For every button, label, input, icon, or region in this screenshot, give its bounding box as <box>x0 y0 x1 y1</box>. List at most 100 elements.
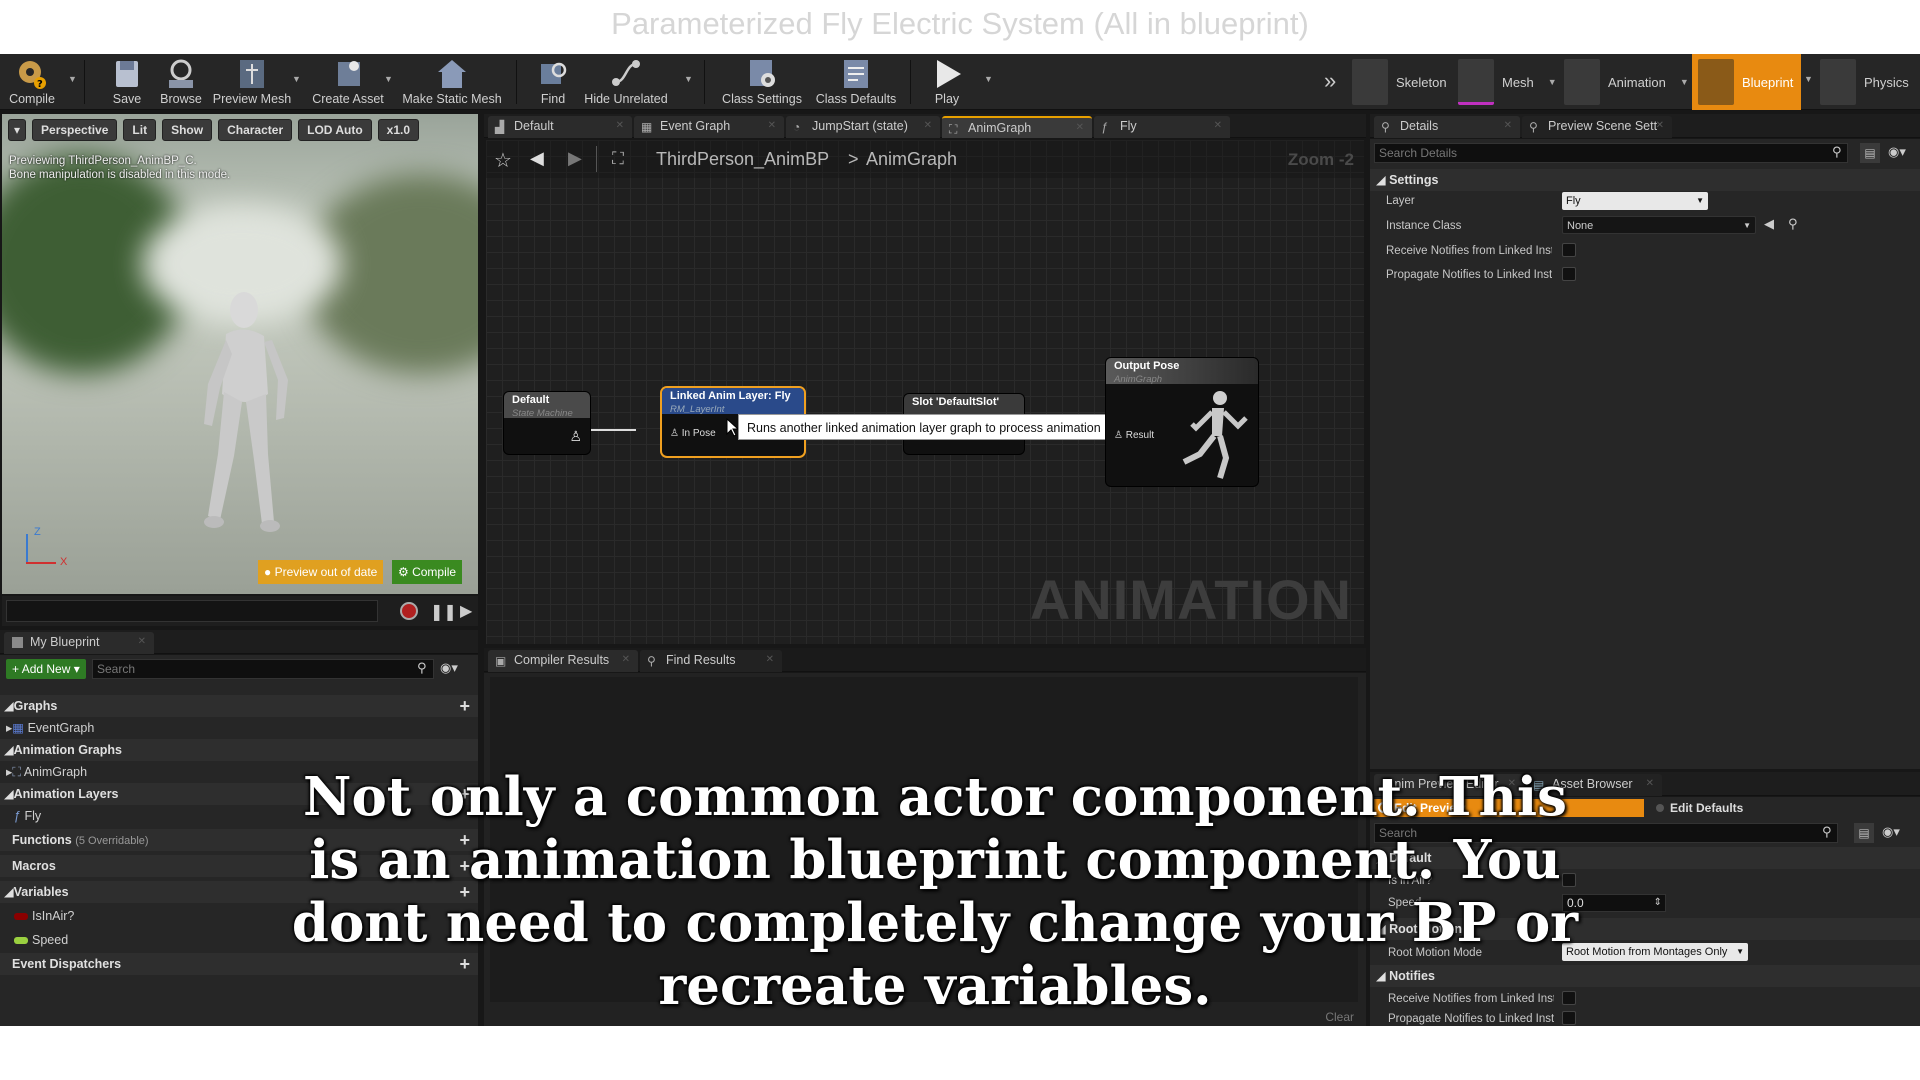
character-button[interactable]: Character <box>218 119 293 141</box>
view-options-icon[interactable]: ◉▾ <box>1888 144 1906 160</box>
edit-defaults-button[interactable]: Edit Defaults <box>1650 799 1916 817</box>
viewport-options-icon[interactable]: ▾ <box>8 119 27 141</box>
toolbar-separator <box>84 60 85 104</box>
class-defaults-button[interactable]: Class Defaults <box>814 54 898 110</box>
create-asset-label: Create Asset <box>312 92 384 106</box>
browse-button[interactable]: Browse <box>158 54 204 110</box>
mesh-dropdown-icon[interactable]: ▼ <box>1548 77 1557 87</box>
tab-compiler-results[interactable]: ▣ Compiler Results ✕ <box>488 650 638 672</box>
in-pose-label: In Pose <box>681 428 716 439</box>
property-matrix-icon[interactable]: ▤ <box>1860 143 1880 163</box>
settings-category[interactable]: ◢ Settings <box>1370 169 1920 191</box>
tab-details[interactable]: ⚲ Details ✕ <box>1374 116 1520 138</box>
tab-animgraph[interactable]: ⛶ AnimGraph ✕ <box>942 116 1092 138</box>
mode-physics[interactable]: Physics <box>1820 54 1909 110</box>
lit-button[interactable]: Lit <box>123 119 157 141</box>
pause-icon[interactable]: ❚❚ <box>430 602 457 622</box>
create-asset-dropdown-icon[interactable]: ▼ <box>384 74 393 84</box>
blueprint-dropdown-icon[interactable]: ▼ <box>1804 74 1813 84</box>
close-icon[interactable]: ✕ <box>1076 118 1084 138</box>
play-dropdown-icon[interactable]: ▼ <box>984 74 993 84</box>
anim-layers-label: Animation Layers <box>13 787 119 801</box>
close-icon[interactable]: ✕ <box>138 632 146 652</box>
close-icon[interactable]: ✕ <box>616 116 624 136</box>
timeline-scrubber[interactable] <box>6 600 378 622</box>
compile-button[interactable]: ? Compile <box>6 54 58 110</box>
view-options-icon[interactable]: ◉▾ <box>1882 824 1900 840</box>
mode-skeleton[interactable]: Skeleton <box>1352 54 1447 110</box>
mode-animation[interactable]: Animation ▼ <box>1564 54 1689 110</box>
viewport-compile-button[interactable]: ⚙ Compile <box>392 560 463 584</box>
subtitle-line-2: is an animation blueprint component. You <box>309 829 1561 891</box>
create-asset-button[interactable]: Create Asset <box>312 54 384 110</box>
animation-graphs-category[interactable]: ◢Animation Graphs <box>0 739 478 761</box>
lod-button[interactable]: LOD Auto <box>298 119 372 141</box>
make-static-mesh-button[interactable]: Make Static Mesh <box>402 54 502 110</box>
tab-preview-scene-settings[interactable]: ⚲ Preview Scene Sett ✕ <box>1522 116 1672 138</box>
view-options-icon[interactable]: ◉▾ <box>440 660 458 676</box>
node-layer-title: Linked Anim Layer: Fly <box>670 390 791 402</box>
tab-jumpstart-state[interactable]: ◔ JumpStart (state) ✕ <box>786 116 940 138</box>
play-button[interactable]: Play <box>926 54 968 110</box>
animation-dropdown-icon[interactable]: ▼ <box>1680 77 1689 87</box>
anim-graphs-label: Animation Graphs <box>13 743 122 757</box>
instance-class-dropdown[interactable]: None ▼ <box>1562 216 1756 234</box>
layer-dropdown[interactable]: Fly ▼ <box>1562 192 1708 210</box>
close-icon[interactable]: ✕ <box>1646 774 1654 794</box>
result-pin[interactable]: ♙ Result <box>1114 430 1154 441</box>
receive-notifies-checkbox[interactable] <box>1562 243 1576 257</box>
preview-mesh-dropdown-icon[interactable]: ▼ <box>292 74 301 84</box>
close-icon[interactable]: ✕ <box>768 116 776 136</box>
expand-toolbar-icon[interactable]: » <box>1324 68 1336 94</box>
add-graph-icon[interactable]: + <box>459 697 470 715</box>
anim-graph-canvas[interactable]: ☆ ◀ ▶ ⛶ ThirdPerson_AnimBP > AnimGraph Z… <box>486 140 1364 644</box>
node-default-state-machine[interactable]: Default State Machine ♙ <box>504 392 590 454</box>
search-icon[interactable]: ⚲ <box>1832 144 1842 160</box>
search-icon[interactable]: ⚲ <box>1822 824 1832 840</box>
node-output-pose[interactable]: Output Pose AnimGraph ♙ Result <box>1106 358 1258 486</box>
close-icon[interactable]: ✕ <box>1656 116 1664 136</box>
save-button[interactable]: Save <box>106 54 148 110</box>
in-pose-pin[interactable]: ♙ In Pose <box>670 428 716 439</box>
playback-speed-button[interactable]: x1.0 <box>377 119 420 141</box>
show-button[interactable]: Show <box>162 119 213 141</box>
find-button[interactable]: Find <box>532 54 574 110</box>
preview-mesh-button[interactable]: Preview Mesh <box>212 54 292 110</box>
details-search-input[interactable]: Search Details <box>1374 143 1848 163</box>
perspective-button[interactable]: Perspective <box>32 119 118 141</box>
tab-event-graph[interactable]: ▦ Event Graph ✕ <box>634 116 784 138</box>
tab-default[interactable]: ▟ Default ✕ <box>488 116 632 138</box>
class-settings-button[interactable]: Class Settings <box>720 54 804 110</box>
propagate-notifies-label: Propagate Notifies to Linked Insta <box>1386 269 1552 281</box>
subtitle-line-3: dont need to completely change your BP o… <box>291 892 1579 954</box>
collapse-icon: ◢ <box>4 699 14 713</box>
tab-find-results[interactable]: ⚲ Find Results ✕ <box>640 650 782 672</box>
close-icon[interactable]: ✕ <box>1214 116 1222 136</box>
browse-asset-icon[interactable]: ⚲ <box>1788 216 1798 232</box>
step-forward-icon[interactable]: ▶ <box>460 601 472 621</box>
close-icon[interactable]: ✕ <box>622 650 630 670</box>
hide-unrelated-dropdown-icon[interactable]: ▼ <box>684 74 693 84</box>
close-icon[interactable]: ✕ <box>1504 116 1512 136</box>
pose-output-pin-icon[interactable]: ♙ <box>569 428 582 445</box>
use-selected-arrow-icon[interactable]: ◀ <box>1764 216 1774 232</box>
tab-my-blueprint[interactable]: My Blueprint ✕ <box>4 632 154 654</box>
node-output-subtitle: AnimGraph <box>1114 374 1163 384</box>
graphs-category[interactable]: ◢Graphs + <box>0 695 478 717</box>
my-blueprint-search-input[interactable]: Search <box>92 659 434 679</box>
record-icon[interactable] <box>400 602 418 620</box>
tab-fly[interactable]: ƒ Fly ✕ <box>1094 116 1230 138</box>
add-new-button[interactable]: + Add New ▾ <box>6 659 86 679</box>
property-matrix-icon[interactable]: ▤ <box>1854 823 1874 843</box>
compile-dropdown-icon[interactable]: ▼ <box>68 74 77 84</box>
close-icon[interactable]: ✕ <box>924 116 932 136</box>
preview-viewport[interactable]: ▾ Perspective Lit Show Character LOD Aut… <box>2 114 478 594</box>
mode-mesh[interactable]: Mesh ▼ <box>1458 54 1557 110</box>
search-icon[interactable]: ⚲ <box>417 660 427 676</box>
propagate-notifies-checkbox[interactable] <box>1562 267 1576 281</box>
root-motion-mode-dropdown[interactable]: Root Motion from Montages Only ▼ <box>1562 943 1748 961</box>
mode-blueprint[interactable]: Blueprint <box>1692 54 1802 110</box>
event-graph-item[interactable]: ▸▦ EventGraph <box>0 717 478 739</box>
hide-unrelated-button[interactable]: Hide Unrelated <box>584 54 668 110</box>
close-icon[interactable]: ✕ <box>766 650 774 670</box>
